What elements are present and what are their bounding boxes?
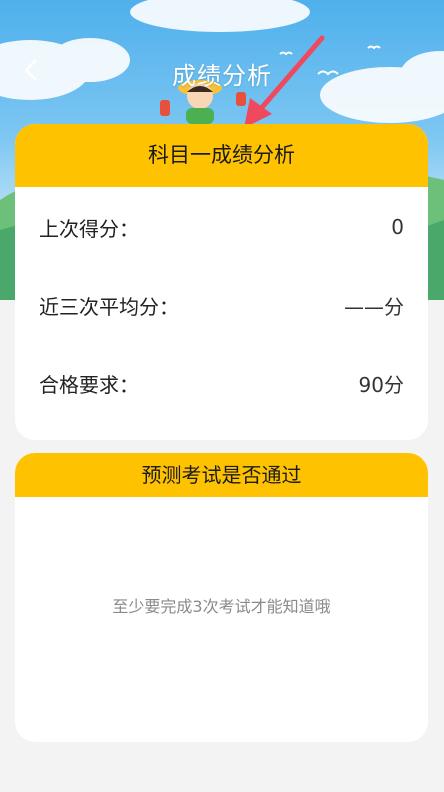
pass-requirement-row: 合格要求： 90分 [39,363,404,403]
prediction-hint: 至少要完成3次考试才能知道哦 [112,597,331,616]
last-score-row: 上次得分： 0 [39,207,404,247]
pass-prediction-title: 预测考试是否通过 [15,453,428,497]
pass-prediction-card: 预测考试是否通过 至少要完成3次考试才能知道哦 [15,453,428,742]
last-score-value: 0 [391,215,404,239]
average-score-value: ——分 [344,294,404,319]
average-score-row: 近三次平均分： ——分 [39,285,404,325]
pass-requirement-label: 合格要求： [39,372,139,397]
average-score-label: 近三次平均分： [39,294,179,319]
page-title: 成绩分析 [172,62,272,90]
score-analysis-card: 科目一成绩分析 上次得分： 0 近三次平均分： ——分 合格要求： 90分 [15,124,428,440]
score-analysis-title: 科目一成绩分析 [15,124,428,187]
pass-requirement-value: 90分 [358,372,404,397]
last-score-label: 上次得分： [39,216,139,241]
